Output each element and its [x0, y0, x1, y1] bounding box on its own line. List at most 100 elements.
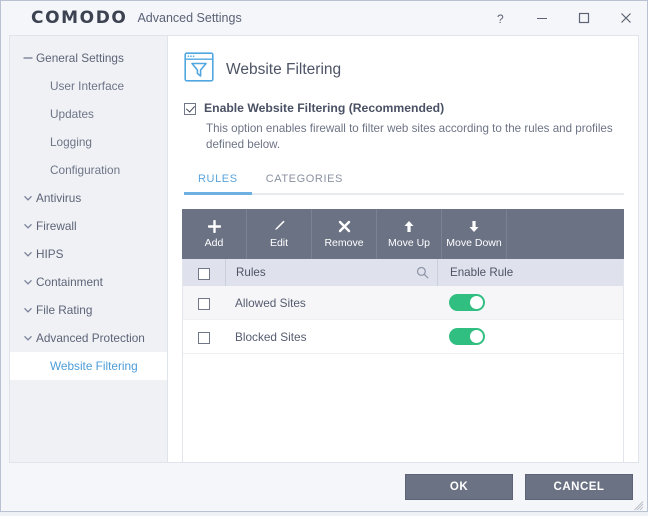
sidebar-item-advanced-protection[interactable]: Advanced Protection [10, 324, 167, 352]
search-icon[interactable] [416, 266, 429, 279]
cancel-button[interactable]: CANCEL [525, 474, 633, 500]
tab-rules[interactable]: RULES [184, 169, 252, 195]
title-bar: COMODO Advanced Settings ? [1, 1, 647, 35]
row-enable-cell [437, 286, 623, 319]
rule-name: Blocked Sites [235, 329, 307, 344]
window-controls: ? [479, 1, 647, 35]
chevron-down-icon [20, 193, 36, 203]
table-row[interactable]: Allowed Sites [183, 286, 623, 320]
chevron-down-icon [20, 305, 36, 315]
ok-button[interactable]: OK [405, 474, 513, 500]
sidebar-item-label: General Settings [36, 51, 124, 65]
content-panel: Website Filtering Enable Website Filteri… [167, 35, 639, 463]
rules-table: Rules Enable Rule Allowed Sites Blocked … [182, 259, 624, 462]
chevron-down-icon [20, 333, 36, 343]
sidebar-item-antivirus[interactable]: Antivirus [10, 184, 167, 212]
table-row[interactable]: Blocked Sites [183, 320, 623, 354]
window-title: Advanced Settings [137, 11, 242, 25]
column-header-rules[interactable]: Rules [225, 259, 437, 286]
toolbar-label: Move Up [387, 237, 430, 249]
tab-bar: RULES CATEGORIES [184, 169, 624, 195]
enable-description: This option enables firewall to filter w… [206, 122, 613, 151]
sidebar-item-label: Containment [36, 275, 103, 289]
tab-label: RULES [198, 173, 238, 185]
cancel-label: CANCEL [553, 481, 605, 493]
resize-grip-icon[interactable] [634, 498, 644, 511]
sidebar-item-file-rating[interactable]: File Rating [10, 296, 167, 324]
close-button[interactable] [605, 1, 647, 35]
toolbar-label: Add [204, 237, 224, 249]
window-body: General Settings User Interface Updates … [1, 35, 647, 463]
sidebar-item-label: Logging [50, 135, 92, 149]
row-checkbox[interactable] [198, 297, 210, 310]
column-header-enable-rule[interactable]: Enable Rule [437, 259, 623, 286]
settings-sidebar: General Settings User Interface Updates … [9, 35, 167, 463]
row-name-cell: Allowed Sites [225, 286, 437, 319]
advanced-settings-window: COMODO Advanced Settings ? General Setti… [0, 0, 648, 512]
comodo-logo: COMODO [31, 8, 128, 28]
add-button[interactable]: Add [182, 209, 247, 259]
toolbar-label: Remove [324, 237, 364, 249]
select-all-cell[interactable] [183, 259, 225, 286]
toggle-knob [470, 296, 483, 309]
tab-categories[interactable]: CATEGORIES [252, 169, 357, 193]
sidebar-item-label: HIPS [36, 247, 64, 261]
sidebar-item-containment[interactable]: Containment [10, 268, 167, 296]
chevron-down-icon [20, 221, 36, 231]
enable-website-filtering-checkbox[interactable] [184, 103, 196, 115]
toolbar-label: Edit [269, 237, 289, 249]
ok-label: OK [449, 481, 469, 493]
move-down-button[interactable]: Move Down [442, 209, 507, 259]
tab-label: CATEGORIES [265, 173, 343, 185]
arrow-down-icon [468, 219, 480, 233]
enable-rule-toggle[interactable] [449, 328, 485, 345]
sidebar-item-label: Updates [50, 107, 94, 121]
minimize-button[interactable] [521, 1, 563, 35]
rules-toolbar: Add Edit Remove Move Up Move Down [182, 209, 624, 259]
enable-website-filtering-row[interactable]: Enable Website Filtering (Recommended) [184, 101, 624, 115]
table-empty-area [183, 354, 623, 462]
row-select-cell[interactable] [183, 286, 225, 319]
plus-icon [207, 219, 221, 233]
row-enable-cell [437, 320, 623, 353]
edit-button[interactable]: Edit [247, 209, 312, 259]
sidebar-item-label: File Rating [36, 303, 93, 317]
help-button[interactable]: ? [479, 1, 521, 35]
row-name-cell: Blocked Sites [225, 320, 437, 353]
table-header-row: Rules Enable Rule [183, 259, 623, 286]
sidebar-item-updates[interactable]: Updates [10, 100, 167, 128]
svg-text:?: ? [497, 12, 504, 25]
select-all-checkbox[interactable] [198, 267, 210, 280]
sidebar-item-user-interface[interactable]: User Interface [10, 72, 167, 100]
sidebar-item-label: Antivirus [36, 191, 82, 205]
remove-button[interactable]: Remove [312, 209, 377, 259]
move-up-button[interactable]: Move Up [377, 209, 442, 259]
sidebar-item-label: Website Filtering [50, 359, 138, 373]
sidebar-item-logging[interactable]: Logging [10, 128, 167, 156]
dialog-footer: OK CANCEL [1, 463, 647, 511]
website-filter-icon [184, 52, 214, 87]
sidebar-item-general-settings[interactable]: General Settings [10, 44, 167, 72]
page-title: Website Filtering [226, 60, 342, 78]
row-select-cell[interactable] [183, 320, 225, 353]
enable-website-filtering-label: Enable Website Filtering (Recommended) [204, 101, 445, 115]
sidebar-item-website-filtering[interactable]: Website Filtering [10, 352, 167, 380]
sidebar-item-label: Configuration [50, 163, 121, 177]
sidebar-item-firewall[interactable]: Firewall [10, 212, 167, 240]
arrow-up-icon [403, 219, 415, 233]
row-checkbox[interactable] [198, 331, 210, 344]
sidebar-item-label: User Interface [50, 79, 125, 93]
sidebar-item-label: Firewall [36, 219, 77, 233]
column-header-label: Rules [236, 266, 266, 279]
page-header: Website Filtering [184, 52, 624, 87]
column-header-label: Enable Rule [450, 266, 514, 279]
sidebar-item-configuration[interactable]: Configuration [10, 156, 167, 184]
chevron-down-icon [20, 249, 36, 259]
sidebar-item-label: Advanced Protection [36, 331, 145, 345]
maximize-button[interactable] [563, 1, 605, 35]
toolbar-label: Move Down [446, 237, 502, 249]
toggle-knob [470, 330, 483, 343]
sidebar-item-hips[interactable]: HIPS [10, 240, 167, 268]
rule-name: Allowed Sites [235, 295, 306, 310]
enable-rule-toggle[interactable] [449, 294, 485, 311]
